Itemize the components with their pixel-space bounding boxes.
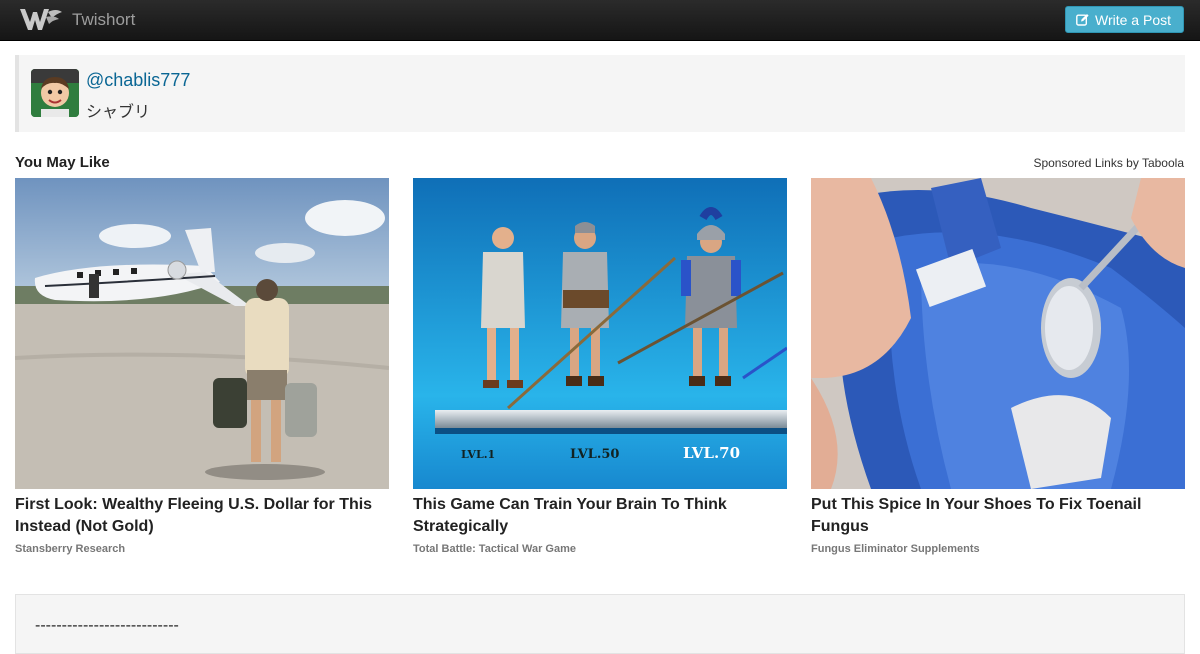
recommendation-image-jet[interactable] — [15, 178, 389, 489]
recommendation-headline[interactable]: This Game Can Train Your Brain To Think … — [413, 494, 787, 538]
author-display-name: シャブリ — [86, 104, 151, 121]
recommendation-source[interactable]: Total Battle: Tactical War Game — [413, 543, 787, 555]
sponsored-links-label[interactable]: Sponsored Links by Taboola — [1033, 156, 1184, 170]
recommendation-card-game[interactable]: LVL.1 LVL.50 LVL.70 This Game Can Train … — [413, 178, 787, 555]
recommendation-source[interactable]: Fungus Eliminator Supplements — [811, 543, 1185, 555]
avatar[interactable] — [31, 69, 79, 117]
recommendation-card-shoe[interactable]: Put This Spice In Your Shoes To Fix Toen… — [811, 178, 1185, 555]
post-text: --------------------------- — [35, 617, 179, 634]
brand-name[interactable]: Twishort — [72, 10, 135, 30]
recommendation-headline[interactable]: Put This Spice In Your Shoes To Fix Toen… — [811, 494, 1185, 538]
recommendation-source[interactable]: Stansberry Research — [15, 543, 389, 555]
level-label-70: LVL.70 — [683, 444, 740, 462]
post-body: --------------------------- — [15, 594, 1185, 654]
author-card: @chablis777 シャブリ — [15, 55, 1185, 132]
recommendations-title: You May Like — [15, 154, 110, 171]
recommendation-image-shoe[interactable] — [811, 178, 1185, 489]
recommendation-image-game[interactable]: LVL.1 LVL.50 LVL.70 — [413, 178, 787, 489]
edit-icon — [1076, 14, 1089, 26]
twishort-logo-icon[interactable] — [18, 6, 64, 33]
write-post-button[interactable]: Write a Post — [1065, 6, 1184, 33]
recommendation-headline[interactable]: First Look: Wealthy Fleeing U.S. Dollar … — [15, 494, 389, 538]
avatar-image — [31, 69, 79, 117]
recommendation-card-jet[interactable]: First Look: Wealthy Fleeing U.S. Dollar … — [15, 178, 389, 555]
write-post-label: Write a Post — [1095, 11, 1171, 28]
level-label-1: LVL.1 — [461, 448, 495, 461]
level-label-50: LVL.50 — [570, 447, 619, 462]
top-navbar: Twishort Write a Post — [0, 0, 1200, 41]
author-handle-link[interactable]: @chablis777 — [86, 70, 190, 91]
